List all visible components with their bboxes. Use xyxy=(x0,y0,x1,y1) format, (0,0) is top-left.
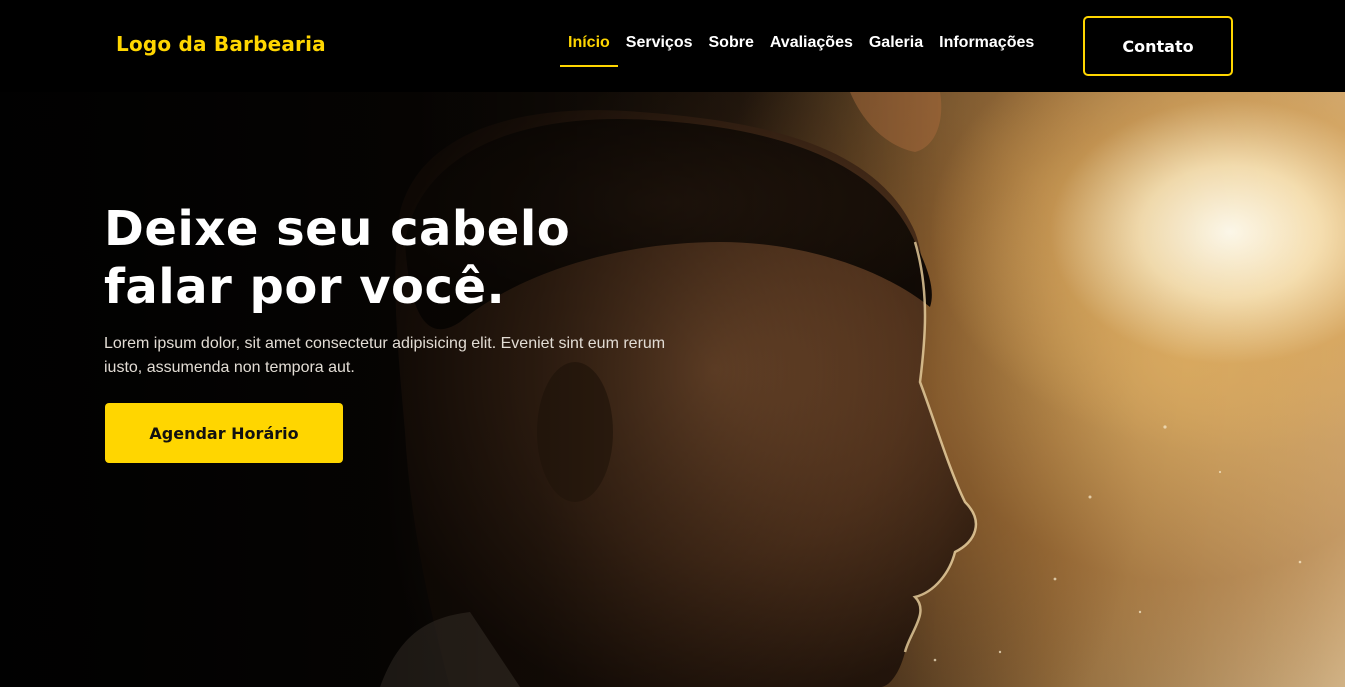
hero-overlay xyxy=(0,92,1345,687)
navbar: Logo da Barbearia Início Serviços Sobre … xyxy=(0,0,1345,92)
nav-link-informacoes[interactable]: Informações xyxy=(931,0,1042,67)
schedule-button[interactable]: Agendar Horário xyxy=(105,403,343,463)
hero-title-line-2: falar por você. xyxy=(104,259,506,315)
nav-link-inicio[interactable]: Início xyxy=(560,0,618,67)
contact-button[interactable]: Contato xyxy=(1083,16,1233,76)
nav-link-sobre[interactable]: Sobre xyxy=(701,0,762,67)
nav-link-avaliacoes[interactable]: Avaliações xyxy=(762,0,861,67)
nav-link-galeria[interactable]: Galeria xyxy=(861,0,931,67)
nav-link-servicos[interactable]: Serviços xyxy=(618,0,701,67)
logo[interactable]: Logo da Barbearia xyxy=(116,32,326,56)
main-nav: Início Serviços Sobre Avaliações Galeria… xyxy=(560,0,1042,92)
hero-description: Lorem ipsum dolor, sit amet consectetur … xyxy=(104,335,666,376)
hero-title-line-1: Deixe seu cabelo xyxy=(104,201,571,257)
hero-section: Deixe seu cabelo falar por você. Lorem i… xyxy=(0,92,1345,687)
hero-title: Deixe seu cabelo falar por você. xyxy=(104,200,724,316)
